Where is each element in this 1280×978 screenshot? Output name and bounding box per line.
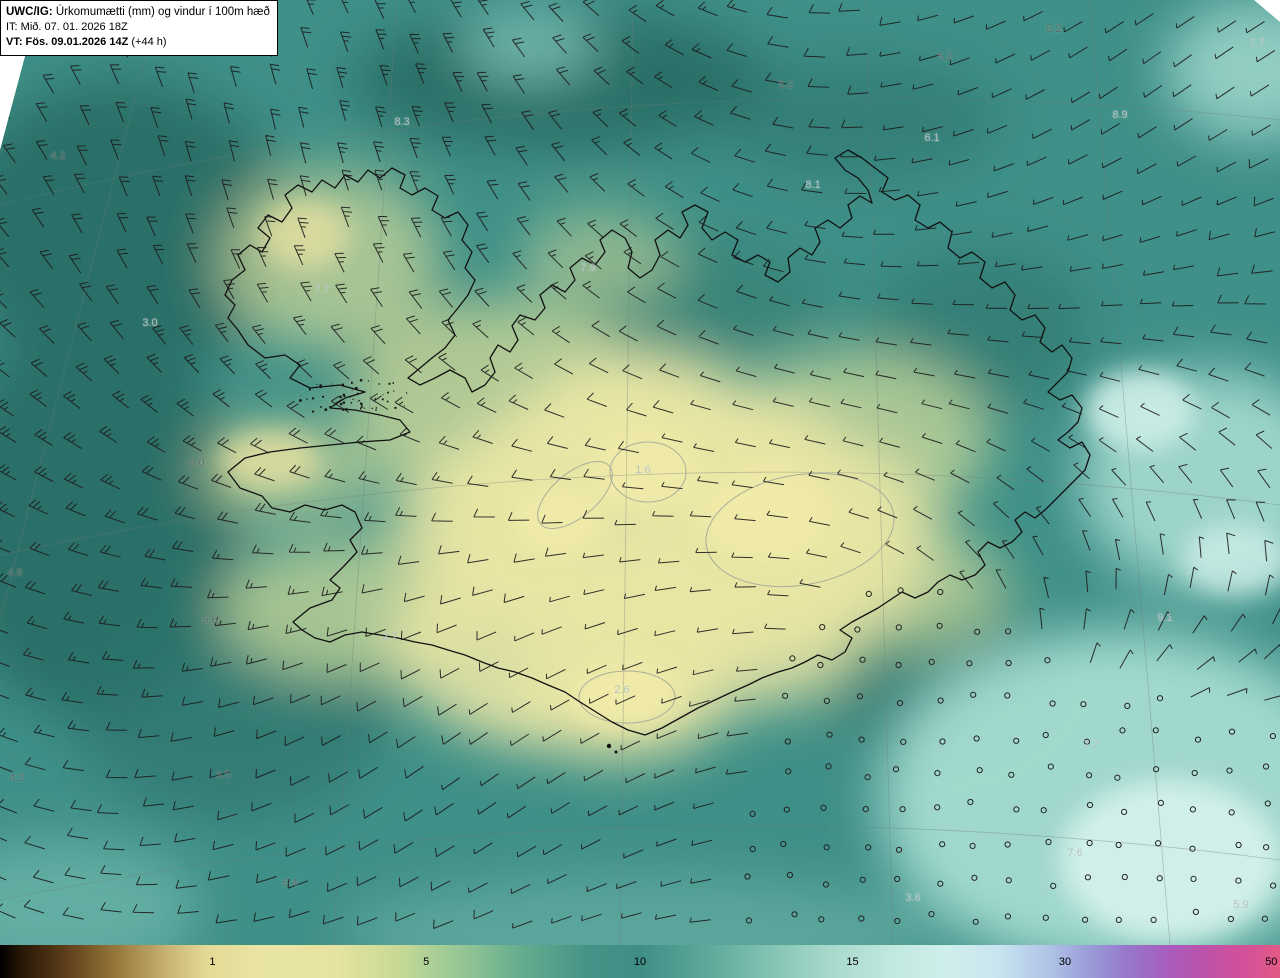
colorbar-tick-label: 1 [209, 955, 216, 968]
map-area: 5.2 5.2 7.7 5.2 8.3 8.9 6.1 4.2 8.1 7.9 7.7 3.0 6.0 1… [0, 0, 1280, 945]
forecast-valid-time: VT: Fös. 09.01.2026 14Z (+44 h) [6, 36, 167, 49]
forecast-title-box: UWC/IG: Úrkomumætti (mm) og vindur í 100… [0, 0, 278, 56]
forecast-product-title: UWC/IG: Úrkomumætti (mm) og vindur í 100… [6, 6, 270, 18]
colorbar-tick-label: 10 [633, 955, 647, 968]
colorbar-tick-label: 30 [1058, 955, 1072, 968]
colorbar-tick-label: 15 [846, 955, 859, 968]
colorbar-tick-label: 5 [423, 955, 430, 968]
colorbar: 1 5 10 15 30 50 [0, 945, 1280, 978]
vestmannaeyjar-island [606, 743, 612, 749]
vestmannaeyjar-island-2 [614, 750, 618, 754]
forecast-init-time: IT: Mið. 07. 01. 2026 18Z [6, 21, 128, 34]
precipitation-wind-map [0, 0, 1280, 945]
weather-forecast-map: 5.2 5.2 7.7 5.2 8.3 8.9 6.1 4.2 8.1 7.9 7.7 3.0 6.0 1… [0, 0, 1280, 978]
colorbar-tick-label: 50 [1265, 955, 1278, 968]
